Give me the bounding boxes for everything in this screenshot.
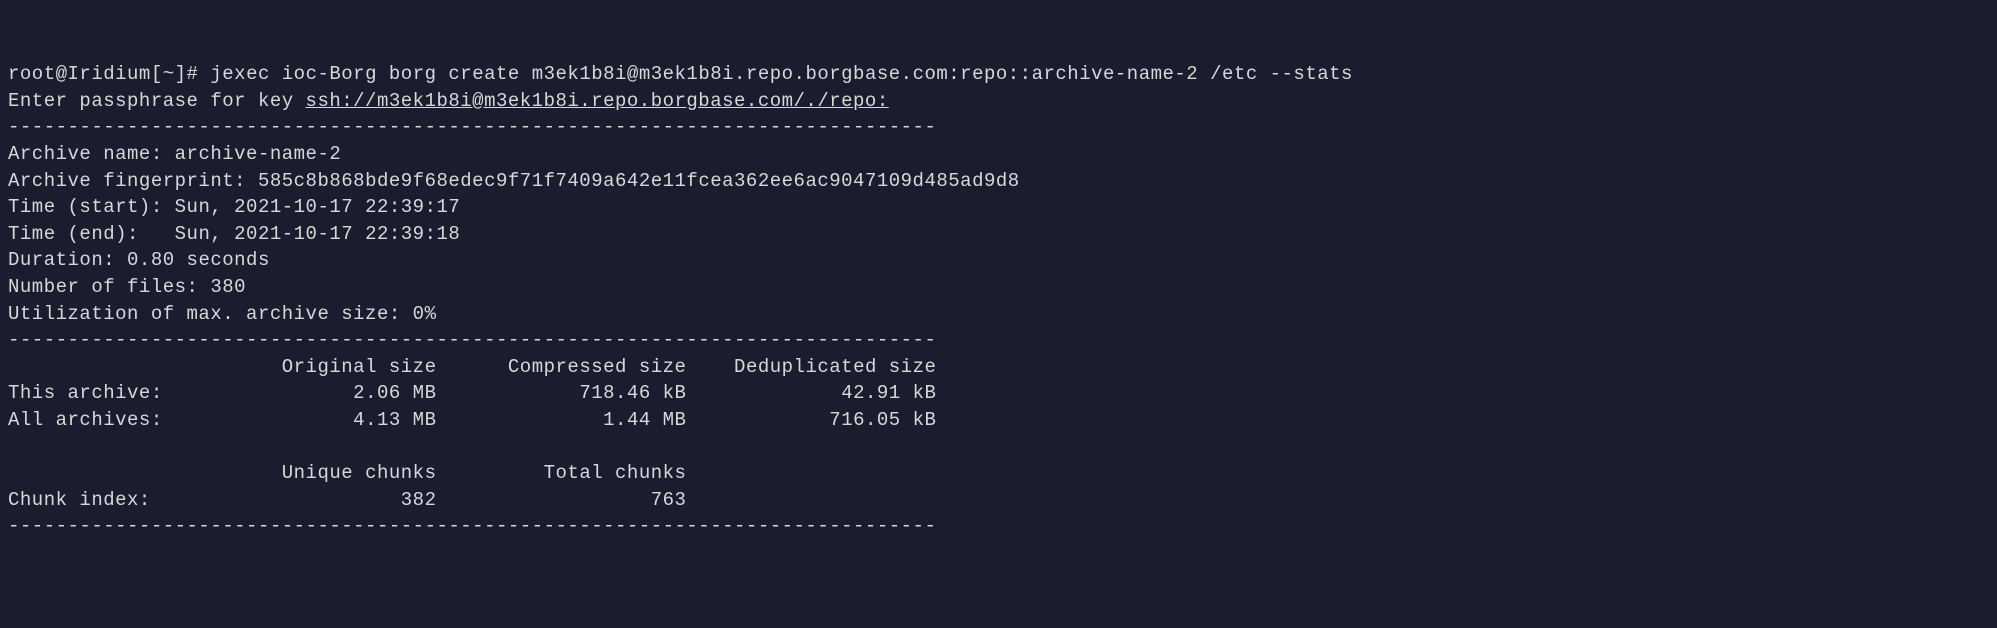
time-end-label: Time (end):	[8, 223, 139, 245]
num-files-label: Number of files:	[8, 276, 198, 298]
utilization-value: 0%	[413, 303, 437, 325]
passphrase-key-url: ssh://m3ek1b8i@m3ek1b8i.repo.borgbase.co…	[306, 90, 889, 112]
time-end-value: Sun, 2021-10-17 22:39:18	[175, 223, 461, 245]
chunks-header-row: Unique chunks Total chunks	[8, 462, 686, 484]
passphrase-prompt-prefix: Enter passphrase for key	[8, 90, 306, 112]
prompt-user-host: root@Iridium	[8, 63, 151, 85]
all-archives-row: All archives: 4.13 MB 1.44 MB 716.05 kB	[8, 409, 936, 431]
archive-fingerprint-label: Archive fingerprint:	[8, 170, 246, 192]
divider-line: ----------------------------------------…	[8, 116, 936, 138]
duration-label: Duration:	[8, 249, 115, 271]
chunk-index-unique: 382	[401, 489, 437, 511]
duration-value: 0.80 seconds	[127, 249, 270, 271]
unique-chunks-label: Unique chunks	[282, 462, 437, 484]
stats-header-row: Original size Compressed size Deduplicat…	[8, 356, 936, 378]
chunk-index-total: 763	[651, 489, 687, 511]
num-files-value: 380	[210, 276, 246, 298]
terminal-output: root@Iridium[~]# jexec ioc-Borg borg cre…	[8, 61, 1989, 540]
archive-name-value: archive-name-2	[175, 143, 342, 165]
all-archives-deduplicated: 716.05 kB	[829, 409, 936, 431]
archive-fingerprint-value: 585c8b868bde9f68edec9f71f7409a642e11fcea…	[258, 170, 1020, 192]
command-text: jexec ioc-Borg borg create m3ek1b8i@m3ek…	[210, 63, 1353, 85]
divider-line: ----------------------------------------…	[8, 515, 936, 537]
all-archives-compressed: 1.44 MB	[603, 409, 686, 431]
this-archive-original: 2.06 MB	[353, 382, 436, 404]
this-archive-compressed: 718.46 kB	[579, 382, 686, 404]
all-archives-label: All archives:	[8, 409, 163, 431]
chunk-index-row: Chunk index: 382 763	[8, 489, 686, 511]
divider-line: ----------------------------------------…	[8, 329, 936, 351]
header-original: Original size	[282, 356, 437, 378]
header-compressed: Compressed size	[508, 356, 687, 378]
archive-name-label: Archive name:	[8, 143, 163, 165]
prompt-path: [~]	[151, 63, 187, 85]
header-deduplicated: Deduplicated size	[734, 356, 936, 378]
total-chunks-label: Total chunks	[544, 462, 687, 484]
chunk-index-label: Chunk index:	[8, 489, 151, 511]
time-start-label: Time (start):	[8, 196, 163, 218]
time-start-value: Sun, 2021-10-17 22:39:17	[175, 196, 461, 218]
all-archives-original: 4.13 MB	[353, 409, 436, 431]
utilization-label: Utilization of max. archive size:	[8, 303, 401, 325]
this-archive-deduplicated: 42.91 kB	[841, 382, 936, 404]
this-archive-label: This archive:	[8, 382, 163, 404]
prompt-symbol: #	[187, 63, 199, 85]
this-archive-row: This archive: 2.06 MB 718.46 kB 42.91 kB	[8, 382, 936, 404]
